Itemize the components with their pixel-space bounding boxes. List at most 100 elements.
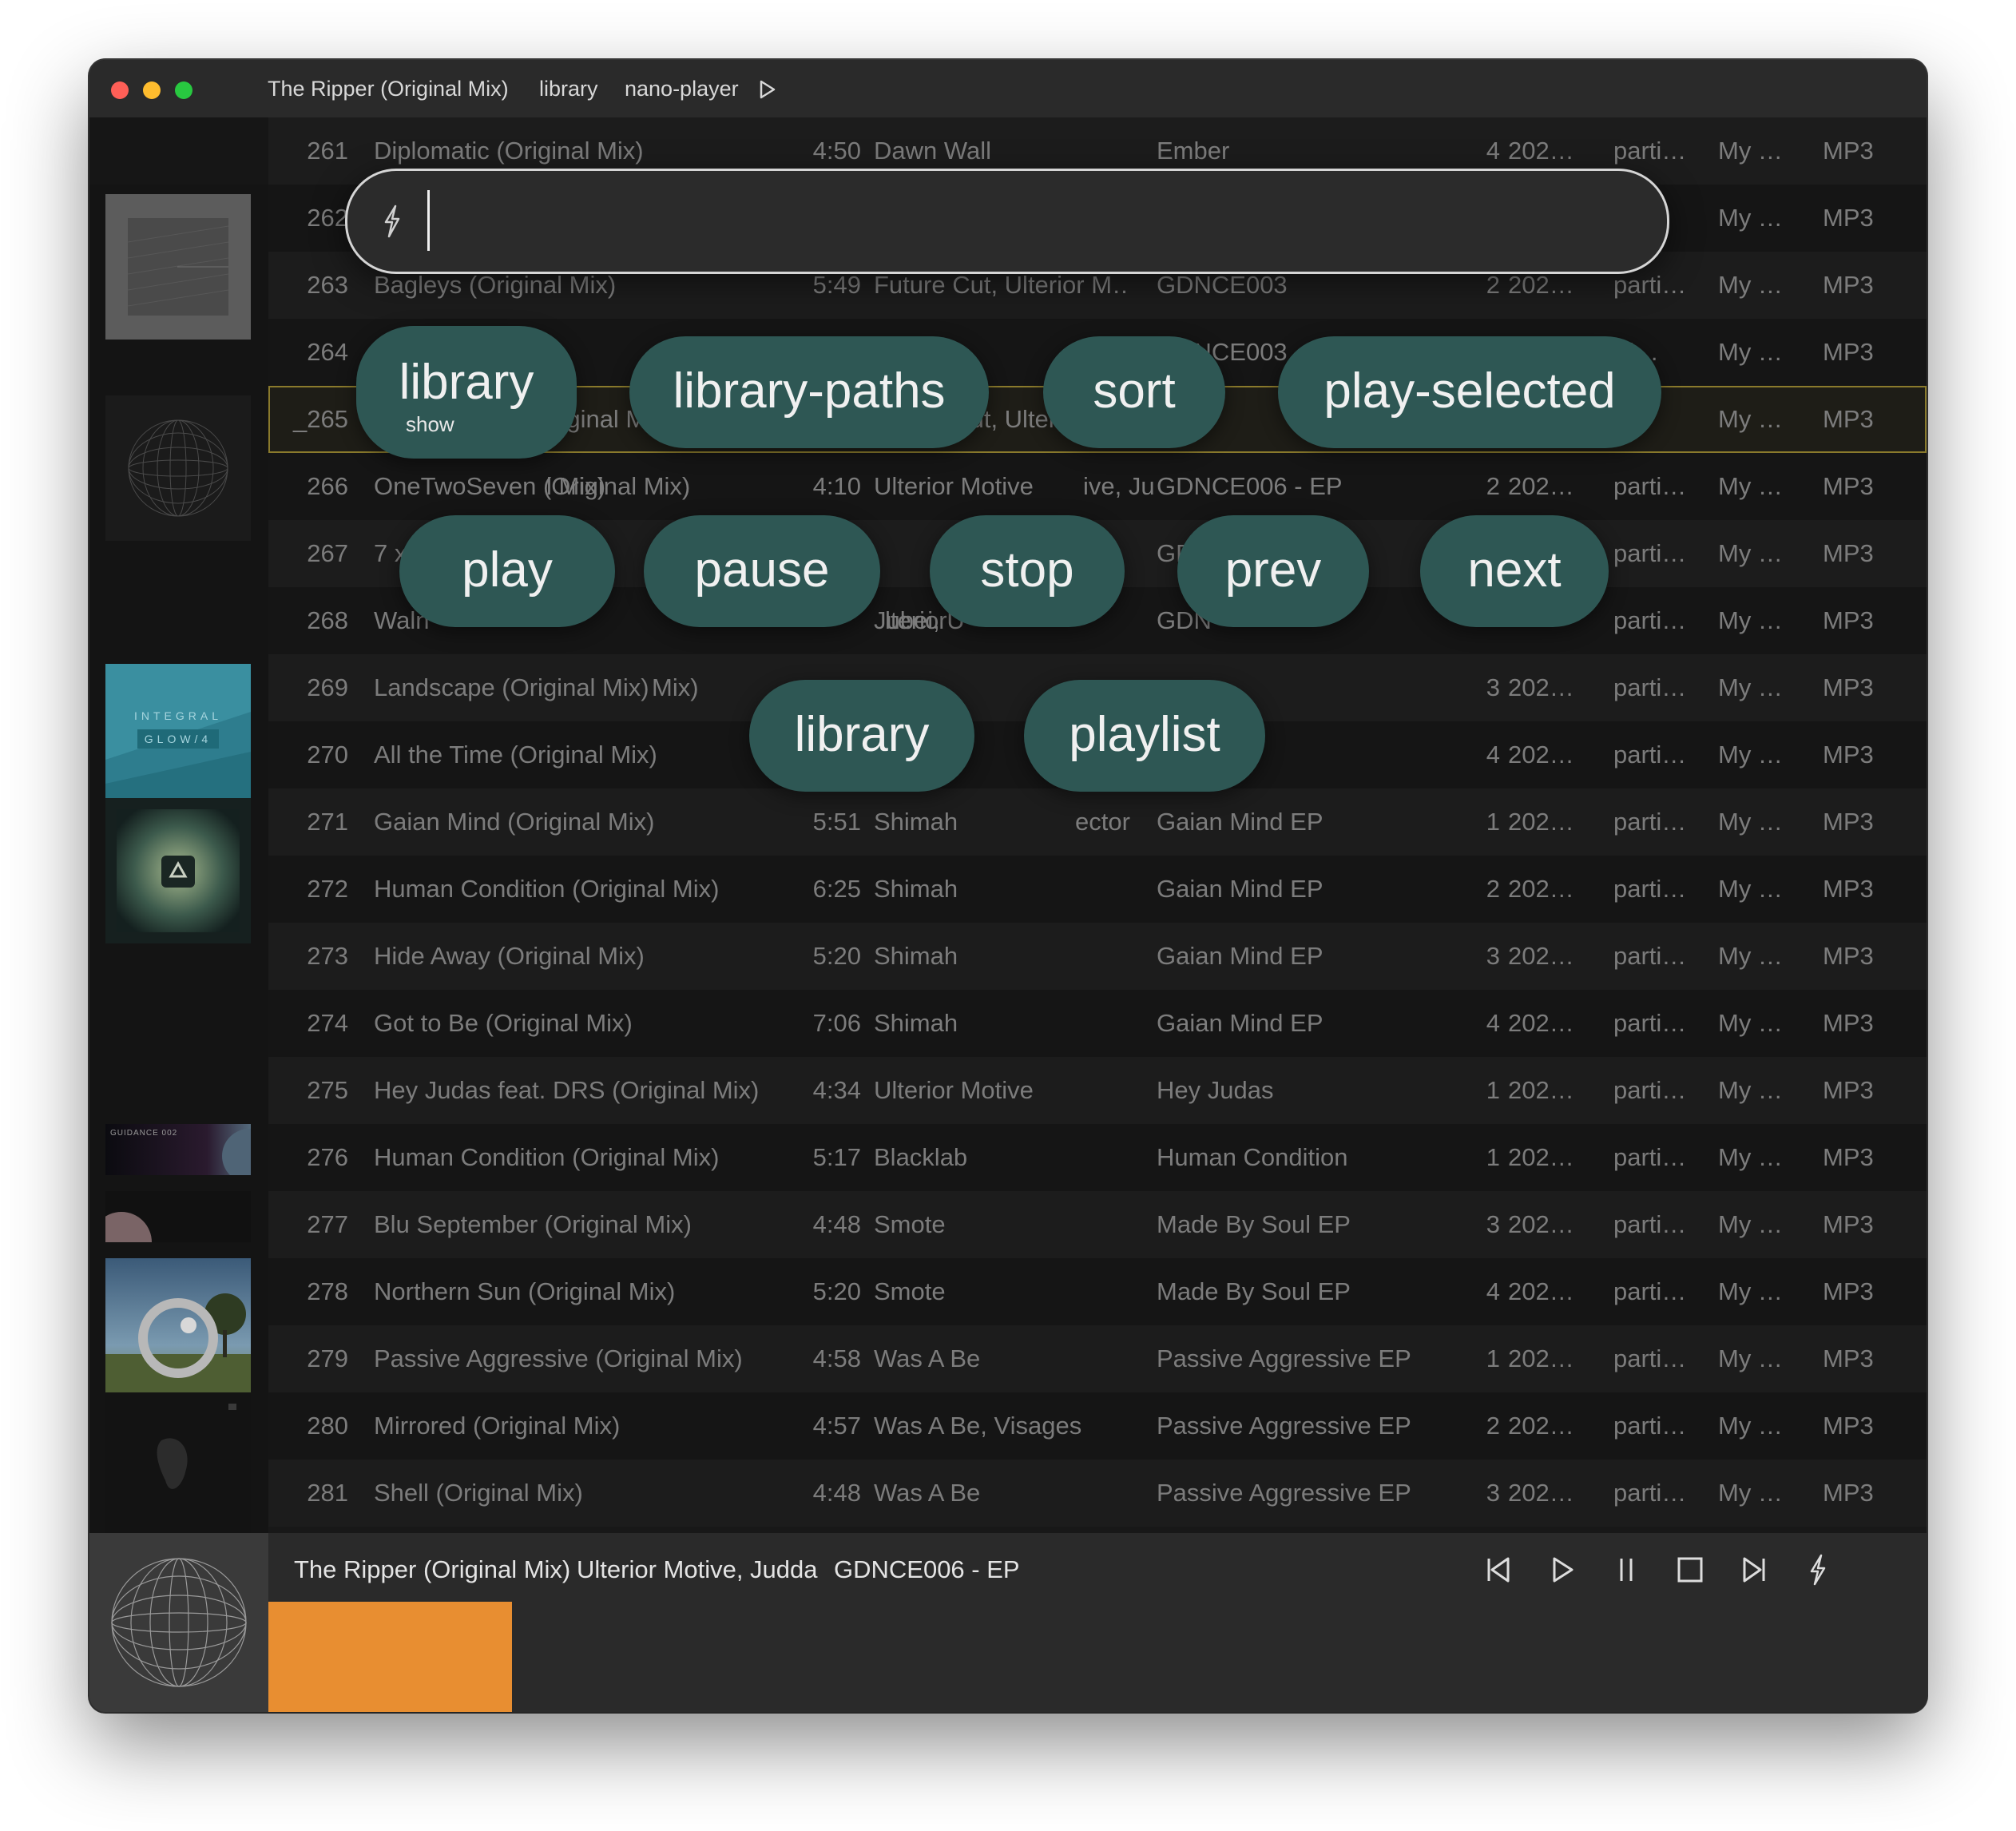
- table-row[interactable]: 271 Gaian Mind (Original Mix) 5:51 Shimah Ga…: [268, 788, 1927, 856]
- album-art-made-by-soul[interactable]: [105, 1258, 251, 1404]
- track-album: Gaian Mind EP: [1157, 942, 1323, 970]
- track-genre: parti…: [1613, 1009, 1687, 1037]
- close-window-button[interactable]: [111, 81, 129, 99]
- table-row[interactable]: 280 Mirrored (Original Mix) 4:57 Was A Be, …: [268, 1392, 1927, 1460]
- track-year: 202…: [1508, 1210, 1574, 1238]
- command-play-selected[interactable]: play-selected: [1278, 336, 1661, 448]
- track-num: 281: [307, 1479, 348, 1507]
- track-artist: Shimah: [874, 808, 958, 836]
- track-comment: My …: [1718, 137, 1783, 165]
- table-row[interactable]: 266 OneTwoSeven (Original Mix) 4:10 Ulterio…: [268, 453, 1927, 520]
- track-format: MP3: [1823, 1210, 1874, 1238]
- now-playing-art[interactable]: [89, 1533, 268, 1712]
- command-input[interactable]: [427, 189, 1629, 252]
- track-num: 275: [307, 1076, 348, 1104]
- track-format: MP3: [1823, 1479, 1874, 1507]
- command-library-paths[interactable]: library-paths: [629, 336, 989, 448]
- track-format: MP3: [1823, 1344, 1874, 1372]
- track-format: MP3: [1823, 1277, 1874, 1305]
- command-pause[interactable]: pause: [644, 515, 880, 627]
- track-genre: parti…: [1613, 1277, 1687, 1305]
- prev-track-button[interactable]: [1479, 1551, 1518, 1589]
- command-play-label: play: [462, 542, 553, 598]
- album-art-wireframe-sphere[interactable]: [105, 395, 251, 541]
- table-row[interactable]: 275 Hey Judas feat. DRS (Original Mix) 4:3…: [268, 1057, 1927, 1124]
- table-row[interactable]: 276 Human Condition (Original Mix) 5:17 Bla…: [268, 1124, 1927, 1191]
- next-track-button[interactable]: [1735, 1551, 1773, 1589]
- lightning-icon[interactable]: [1799, 1551, 1837, 1589]
- track-num: 268: [307, 606, 348, 634]
- play-button[interactable]: [1543, 1551, 1581, 1589]
- art-text-glow: GLOW/4: [145, 733, 212, 745]
- track-title: Gaian Mind (Original Mix): [374, 808, 655, 836]
- command-library[interactable]: library: [749, 680, 974, 792]
- track-comment: My …: [1718, 673, 1783, 701]
- album-art-human-condition[interactable]: [105, 1191, 251, 1242]
- command-play[interactable]: play: [399, 515, 615, 627]
- command-stop[interactable]: stop: [930, 515, 1125, 627]
- track-track: 2: [1486, 875, 1500, 903]
- track-format: MP3: [1823, 472, 1874, 500]
- track-time: 4:48: [812, 1210, 861, 1238]
- nav-library-link[interactable]: library: [539, 77, 598, 101]
- stop-button[interactable]: [1671, 1551, 1709, 1589]
- track-format: MP3: [1823, 606, 1874, 634]
- track-year: 202…: [1508, 741, 1574, 769]
- play-icon[interactable]: [759, 80, 776, 103]
- album-art-guidance[interactable]: GUIDANCE 002: [105, 1124, 251, 1175]
- minimize-window-button[interactable]: [143, 81, 161, 99]
- track-time: 7:06: [812, 1009, 861, 1037]
- track-format: MP3: [1823, 539, 1874, 567]
- nav-nano-player-link[interactable]: nano-player: [625, 77, 739, 101]
- table-row[interactable]: 281 Shell (Original Mix) 4:48 Was A Be Passi…: [268, 1460, 1927, 1527]
- window-title: The Ripper (Original Mix): [268, 77, 509, 101]
- track-album: Hey Judas: [1157, 1076, 1274, 1104]
- track-year: 202…: [1508, 1277, 1574, 1305]
- command-sort[interactable]: sort: [1043, 336, 1225, 448]
- track-num: 279: [307, 1344, 348, 1372]
- table-row[interactable]: 272 Human Condition (Original Mix) 6:25 Shi…: [268, 856, 1927, 923]
- track-album: Passive Aggressive EP: [1157, 1344, 1411, 1372]
- track-title: Mirrored (Original Mix): [374, 1412, 621, 1440]
- table-row[interactable]: 277 Blu September (Original Mix) 4:48 Smote…: [268, 1191, 1927, 1258]
- command-prev[interactable]: prev: [1177, 515, 1369, 627]
- track-genre: parti…: [1613, 472, 1687, 500]
- track-album: Gaian Mind EP: [1157, 875, 1323, 903]
- command-playlist[interactable]: playlist: [1024, 680, 1265, 792]
- table-row[interactable]: 278 Northern Sun (Original Mix) 5:20 Smote M…: [268, 1258, 1927, 1325]
- command-library-show[interactable]: library show: [356, 326, 577, 459]
- album-art-integral[interactable]: INTEGRAL GLOW/4: [105, 664, 251, 809]
- album-art-gaian-mind[interactable]: [105, 798, 251, 943]
- track-comment: My …: [1718, 1412, 1783, 1440]
- track-format: MP3: [1823, 1009, 1874, 1037]
- now-playing-bar: The Ripper (Original Mix) Ulterior Motiv…: [89, 1533, 1927, 1712]
- command-next[interactable]: next: [1420, 515, 1609, 627]
- track-artist: Shimah: [874, 942, 958, 970]
- album-art-grey-square[interactable]: [105, 194, 251, 340]
- art-text-guidance: GUIDANCE 002: [110, 1129, 177, 1138]
- command-library-sub: show: [406, 412, 454, 436]
- track-time: 4:34: [812, 1076, 861, 1104]
- track-comment: My …: [1718, 606, 1783, 634]
- track-genre: parti…: [1613, 942, 1687, 970]
- track-time: 4:57: [812, 1412, 861, 1440]
- track-genre: parti…: [1613, 808, 1687, 836]
- track-format: MP3: [1823, 405, 1874, 433]
- pause-button[interactable]: [1607, 1551, 1645, 1589]
- track-year: 202…: [1508, 673, 1574, 701]
- zoom-window-button[interactable]: [175, 81, 192, 99]
- table-row[interactable]: 274 Got to Be (Original Mix) 7:06 Shimah Gai…: [268, 990, 1927, 1057]
- track-num: 264: [307, 338, 348, 366]
- track-album: Gaian Mind EP: [1157, 1009, 1323, 1037]
- table-row[interactable]: 279 Passive Aggressive (Original Mix) 4:58…: [268, 1325, 1927, 1392]
- album-art-passive-aggressive[interactable]: [105, 1392, 251, 1538]
- track-comment: My …: [1718, 539, 1783, 567]
- track-year: 202…: [1508, 808, 1574, 836]
- track-genre: parti…: [1613, 1210, 1687, 1238]
- table-row[interactable]: 273 Hide Away (Original Mix) 5:20 Shimah Gai…: [268, 923, 1927, 990]
- track-title: Hide Away (Original Mix): [374, 942, 645, 970]
- track-title: Blu September (Original Mix): [374, 1210, 692, 1238]
- progress-bar[interactable]: [268, 1602, 1927, 1712]
- track-track: 3: [1486, 1210, 1500, 1238]
- track-genre: parti…: [1613, 1479, 1687, 1507]
